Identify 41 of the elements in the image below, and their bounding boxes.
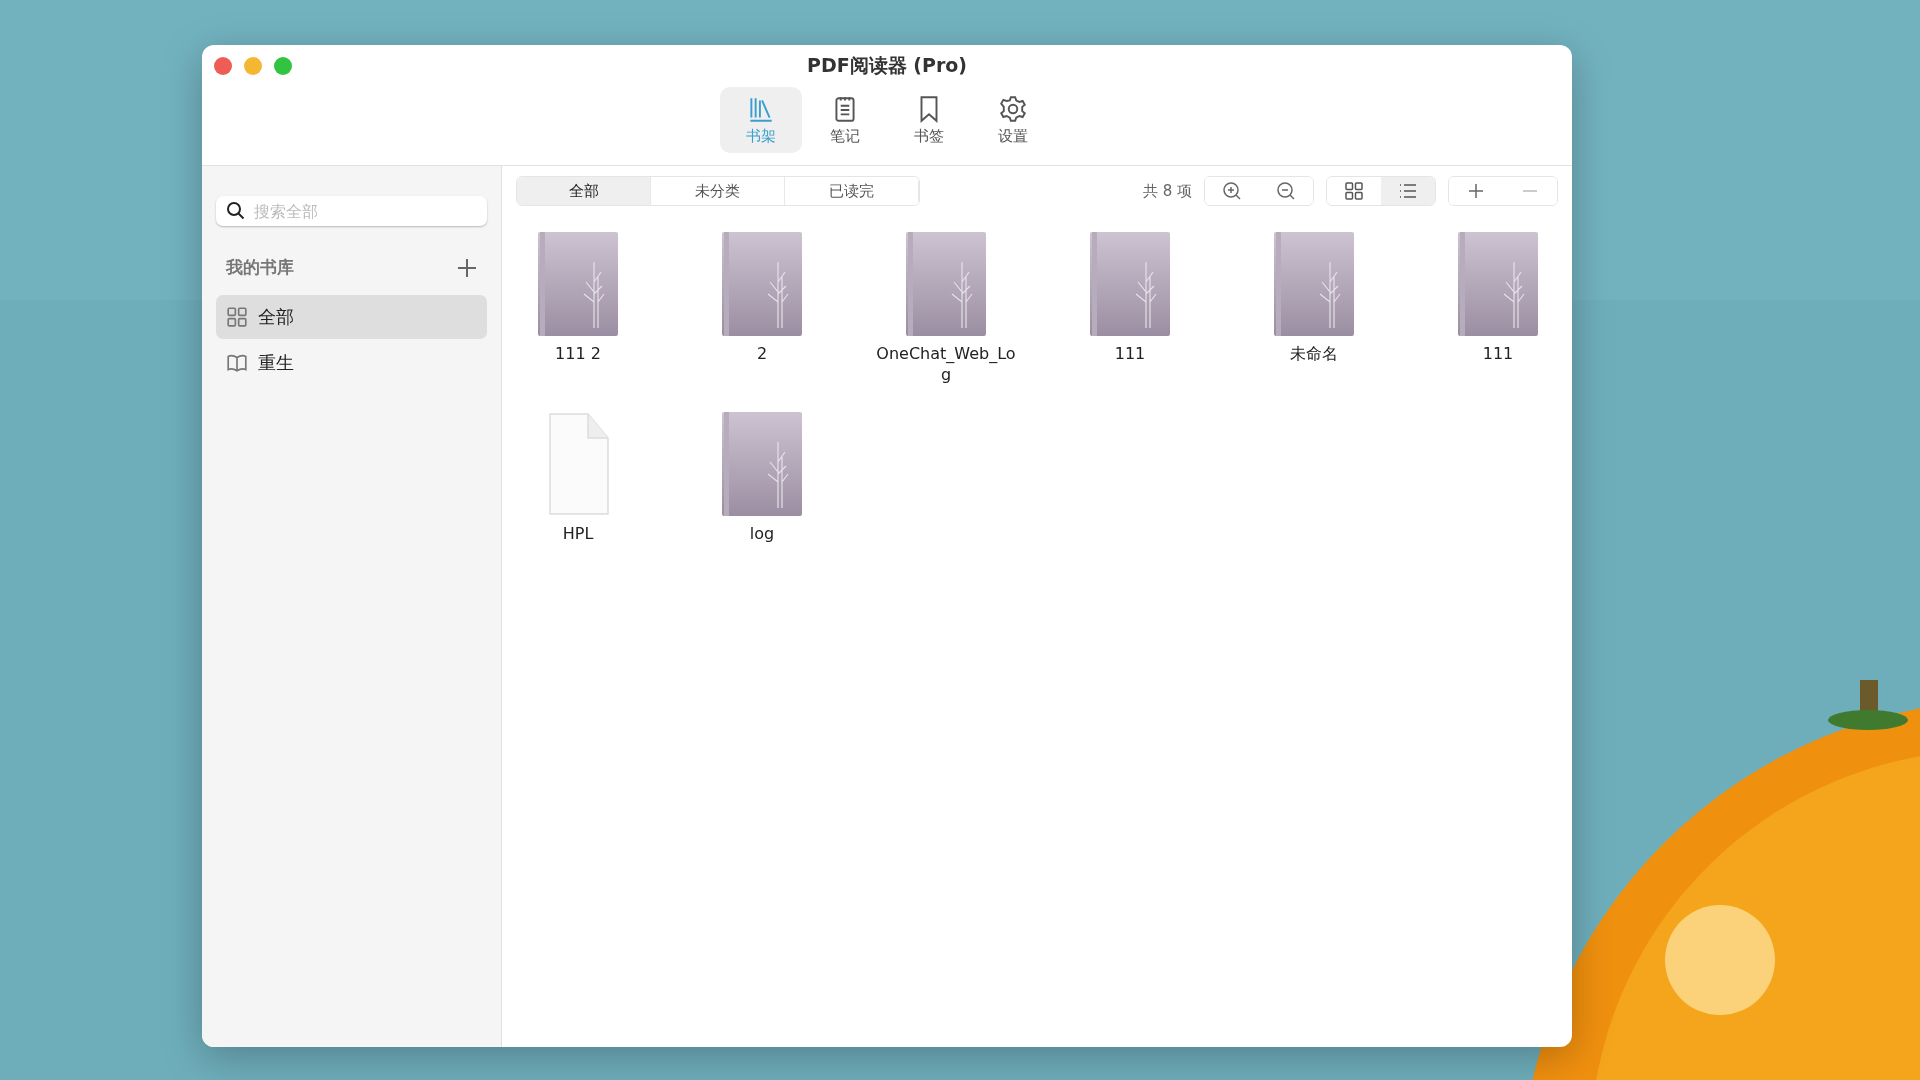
settings-icon [998, 94, 1028, 124]
section-title: 我的书库 [226, 256, 294, 279]
book-cover-icon[interactable] [906, 232, 986, 336]
list-view-button[interactable] [1381, 177, 1435, 205]
book-cover-icon[interactable] [1090, 232, 1170, 336]
zoom-button[interactable] [274, 57, 292, 75]
book-cover-icon[interactable] [722, 232, 802, 336]
add-icon[interactable] [457, 257, 477, 278]
toolbar-tab[interactable]: 设置 [972, 87, 1054, 153]
minimize-button[interactable] [244, 57, 262, 75]
plus-icon [1466, 181, 1486, 201]
grid-icon [226, 306, 248, 328]
book-cover-icon[interactable] [722, 411, 802, 516]
book-title: 111 [1481, 344, 1515, 365]
document-icon[interactable] [546, 411, 610, 516]
sidebar-item[interactable]: 全部 [216, 295, 487, 339]
window-title: PDF阅读器 (Pro) [807, 53, 967, 78]
filter-tab[interactable]: 全部 [517, 177, 651, 205]
search-field[interactable]: 搜索全部 [216, 196, 487, 226]
book-title: 111 [1113, 344, 1147, 365]
toolbar-tab[interactable]: 书签 [888, 87, 970, 153]
book-title: 未命名 [1289, 344, 1339, 365]
close-button[interactable] [214, 57, 232, 75]
book-title: log [748, 523, 776, 545]
zoom-out-icon [1276, 181, 1296, 201]
grid-icon [1344, 181, 1364, 201]
item-count: 共 8 项 [1142, 181, 1192, 201]
minus-icon [1523, 190, 1537, 192]
book-title: 2 [755, 344, 769, 365]
sidebar-item[interactable]: 重生 [216, 341, 487, 385]
search-icon [226, 201, 246, 221]
book-title: HPL [561, 523, 595, 545]
open-book-icon [226, 352, 248, 374]
book-cover-icon[interactable] [538, 232, 618, 336]
book-title: OneChat_Web_Log [876, 344, 1016, 386]
toolbar-tab[interactable]: 笔记 [804, 87, 886, 153]
zoom-in-icon [1222, 181, 1242, 201]
book-title: 111 2 [554, 344, 602, 365]
book-cover-icon[interactable] [1274, 232, 1354, 336]
list-icon [1398, 181, 1418, 201]
book-cover-icon[interactable] [1458, 232, 1538, 336]
